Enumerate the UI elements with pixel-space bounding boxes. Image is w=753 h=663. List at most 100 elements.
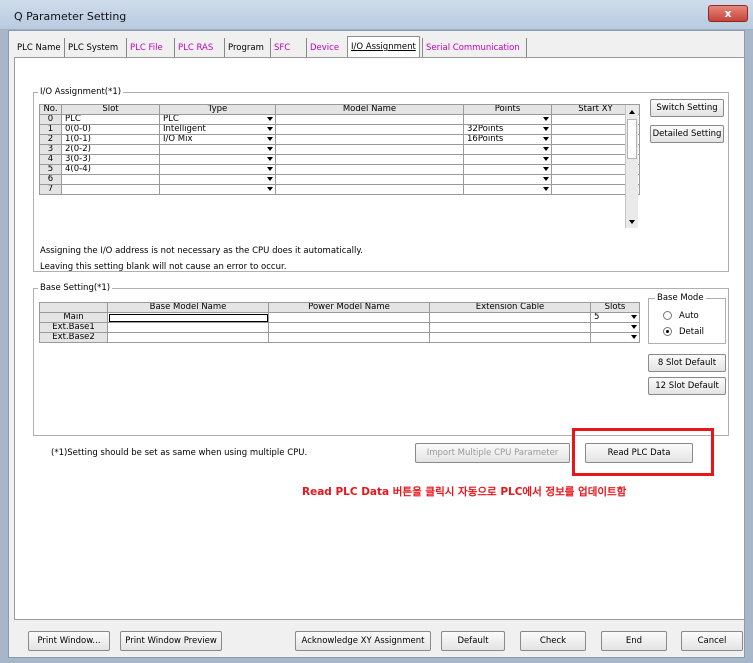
tab-device[interactable]: Device <box>306 38 342 58</box>
table-row: 2 1(0-1) I/O Mix 16Points <box>39 134 640 145</box>
dropdown-arrow-icon[interactable] <box>543 167 549 171</box>
8-slot-default-button[interactable]: 8 Slot Default <box>648 354 726 372</box>
check-button[interactable]: Check <box>520 631 586 651</box>
switch-setting-button[interactable]: Switch Setting <box>650 99 724 117</box>
slot-cell[interactable]: 2(0-2) <box>61 144 160 155</box>
auto-radio[interactable] <box>663 311 672 320</box>
extension-cable-cell[interactable] <box>429 322 591 333</box>
type-select[interactable]: PLC <box>159 114 276 125</box>
col-no: No. <box>39 104 62 115</box>
slots-select[interactable]: 5 <box>590 312 640 323</box>
power-model-name-cell[interactable] <box>268 322 430 333</box>
dropdown-arrow-icon[interactable] <box>543 127 549 131</box>
slot-cell[interactable]: 0(0-0) <box>61 124 160 135</box>
power-model-name-cell[interactable] <box>268 332 430 343</box>
cancel-button[interactable]: Cancel <box>681 631 743 651</box>
type-select[interactable] <box>159 164 276 175</box>
model-name-cell[interactable] <box>275 154 464 165</box>
dropdown-arrow-icon[interactable] <box>267 187 273 191</box>
model-name-cell[interactable] <box>275 144 464 155</box>
tab-sfc[interactable]: SFC <box>270 38 293 58</box>
default-button[interactable]: Default <box>441 631 505 651</box>
tab-plc-system[interactable]: PLC System <box>64 38 121 58</box>
detailed-setting-button[interactable]: Detailed Setting <box>650 125 724 143</box>
slot-cell[interactable]: 1(0-1) <box>61 134 160 145</box>
dropdown-arrow-icon[interactable] <box>543 137 549 141</box>
points-select[interactable] <box>463 174 552 185</box>
slot-cell[interactable]: 4(0-4) <box>61 164 160 175</box>
base-model-name-cell[interactable] <box>107 322 269 333</box>
slot-cell[interactable]: 3(0-3) <box>61 154 160 165</box>
points-select[interactable]: 32Points <box>463 124 552 135</box>
12-slot-default-button[interactable]: 12 Slot Default <box>648 377 726 395</box>
scroll-up-arrow-icon[interactable] <box>629 110 635 114</box>
points-select[interactable]: 16Points <box>463 134 552 145</box>
slots-select[interactable] <box>590 322 640 333</box>
dropdown-arrow-icon[interactable] <box>543 187 549 191</box>
detail-radio[interactable] <box>663 327 672 336</box>
dropdown-arrow-icon[interactable] <box>267 117 273 121</box>
dropdown-arrow-icon[interactable] <box>267 137 273 141</box>
dropdown-arrow-icon[interactable] <box>267 147 273 151</box>
io-table-scrollbar[interactable] <box>625 105 638 228</box>
points-select[interactable] <box>463 184 552 195</box>
slots-select[interactable] <box>590 332 640 343</box>
col-points: Points <box>463 104 552 115</box>
col-slots: Slots <box>590 302 640 313</box>
tab-plc-ras[interactable]: PLC RAS <box>174 38 216 58</box>
dropdown-arrow-icon[interactable] <box>267 157 273 161</box>
type-select[interactable] <box>159 144 276 155</box>
slot-cell[interactable] <box>61 174 160 185</box>
dropdown-arrow-icon[interactable] <box>267 177 273 181</box>
print-window-preview-button[interactable]: Print Window Preview <box>120 631 222 651</box>
dropdown-arrow-icon[interactable] <box>543 157 549 161</box>
type-select[interactable] <box>159 174 276 185</box>
col-model-name: Model Name <box>275 104 464 115</box>
slot-cell[interactable]: PLC <box>61 114 160 125</box>
dropdown-arrow-icon[interactable] <box>267 127 273 131</box>
model-name-cell[interactable] <box>275 114 464 125</box>
tab-serial-communication[interactable]: Serial Communication <box>422 38 523 58</box>
type-select[interactable]: I/O Mix <box>159 134 276 145</box>
end-button[interactable]: End <box>601 631 667 651</box>
model-name-cell[interactable] <box>275 134 464 145</box>
points-select[interactable] <box>463 114 552 125</box>
model-name-cell[interactable] <box>275 174 464 185</box>
dropdown-arrow-icon[interactable] <box>543 117 549 121</box>
scrollbar-thumb[interactable] <box>627 119 637 159</box>
print-window-button[interactable]: Print Window... <box>28 631 110 651</box>
points-select[interactable] <box>463 154 552 165</box>
dropdown-arrow-icon[interactable] <box>543 147 549 151</box>
slot-cell[interactable] <box>61 184 160 195</box>
base-model-name-cell[interactable] <box>107 332 269 343</box>
extension-cable-cell[interactable] <box>429 332 591 343</box>
acknowledge-xy-assignment-button[interactable]: Acknowledge XY Assignment <box>295 631 431 651</box>
import-multiple-cpu-parameter-button[interactable]: Import Multiple CPU Parameter <box>415 443 570 463</box>
model-name-cell[interactable] <box>275 164 464 175</box>
scroll-down-arrow-icon[interactable] <box>629 220 635 224</box>
points-select[interactable] <box>463 164 552 175</box>
extension-cable-cell[interactable] <box>429 312 591 323</box>
dropdown-arrow-icon[interactable] <box>267 167 273 171</box>
model-name-cell[interactable] <box>275 124 464 135</box>
dropdown-arrow-icon[interactable] <box>631 315 637 319</box>
close-button[interactable]: x <box>708 5 748 22</box>
base-model-name-cell[interactable] <box>107 312 269 323</box>
tab-plc-file[interactable]: PLC File <box>126 38 166 58</box>
type-select[interactable]: Intelligent <box>159 124 276 135</box>
col-base-model-name: Base Model Name <box>107 302 269 313</box>
points-select[interactable] <box>463 144 552 155</box>
type-select[interactable] <box>159 154 276 165</box>
model-name-cell[interactable] <box>275 184 464 195</box>
type-select[interactable] <box>159 184 276 195</box>
tab-plc-name[interactable]: PLC Name <box>14 38 64 58</box>
base-header-row: Base Model Name Power Model Name Extensi… <box>39 302 640 313</box>
dropdown-arrow-icon[interactable] <box>631 335 637 339</box>
power-model-name-cell[interactable] <box>268 312 430 323</box>
dropdown-arrow-icon[interactable] <box>631 325 637 329</box>
tab-program[interactable]: Program <box>224 38 267 58</box>
tab-io-assignment[interactable]: I/O Assignment <box>347 36 420 58</box>
auto-radio-label[interactable]: Auto <box>679 311 699 321</box>
dropdown-arrow-icon[interactable] <box>543 177 549 181</box>
detail-radio-label[interactable]: Detail <box>679 327 704 337</box>
